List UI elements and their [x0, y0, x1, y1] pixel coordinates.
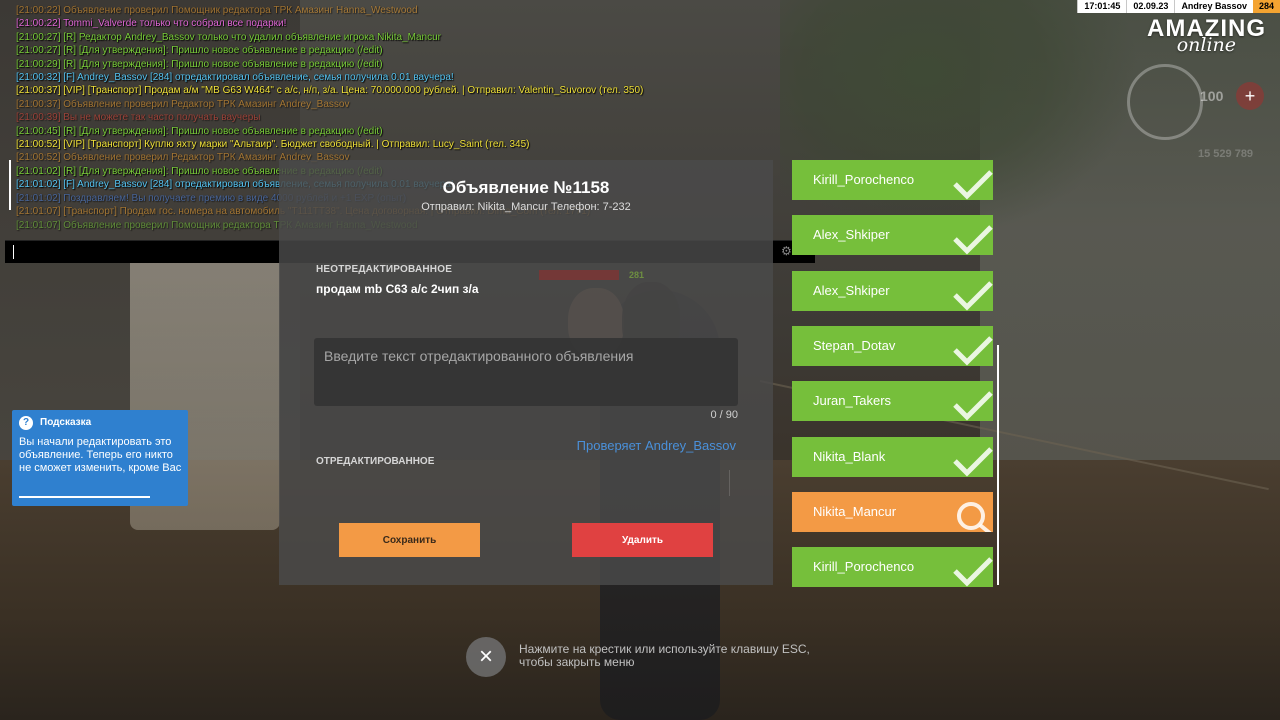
checkmark-icon [953, 336, 993, 366]
editor-name: Alex_Shkiper [813, 227, 890, 243]
chat-line: [21:00:27] [R] [Для утверждения]: Пришло… [16, 45, 383, 57]
checker-info: Проверяет Andrey_Bassov [576, 438, 736, 453]
editor-item[interactable]: Nikita_Mancur [792, 491, 993, 532]
hint-text: Вы начали редактировать это объявление. … [19, 436, 182, 474]
label-edited: ОТРЕДАКТИРОВАННОЕ [316, 456, 435, 467]
checkmark-icon [953, 446, 993, 477]
editor-name: Kirill_Porochenco [813, 559, 915, 575]
hud-player-name: Andrey Bassov [1174, 0, 1253, 13]
checkmark-icon [953, 280, 993, 311]
chat-line: [21:00:52] [VIP] [Транспорт] Куплю яхту … [16, 139, 530, 151]
editor-item[interactable]: Stepan_Dotav [792, 325, 993, 366]
editors-list: Kirill_Porochenco Alex_Shkiper Alex_Shkipe… [792, 160, 994, 588]
editor-name: Nikita_Blank [813, 448, 886, 464]
ad-edit-modal: Объявление №1158 Отправил: Nikita_Mancur… [279, 160, 773, 585]
hud-time: 17:01:45 [1077, 0, 1127, 13]
hint-timer-bar [19, 496, 150, 498]
editor-item[interactable]: Kirill_Porochenco [792, 160, 993, 200]
hud-top-bar: 17:01:45 02.09.23 Andrey Bassov 284 [1077, 0, 1280, 13]
editor-item[interactable]: Nikita_Blank [792, 436, 993, 477]
original-ad-text: продам mb C63 а/с 2чип з/а [316, 282, 479, 296]
hud-date: 02.09.23 [1126, 0, 1175, 13]
edited-ad-input[interactable] [314, 338, 738, 406]
editor-item[interactable]: Alex_Shkiper [792, 270, 993, 311]
close-icon[interactable]: × [466, 637, 506, 677]
hud-health: 100 [1200, 88, 1224, 104]
editors-scrollbar[interactable] [997, 345, 999, 585]
hint-box: ? Подсказка Вы начали редактировать это … [12, 410, 188, 506]
modal-sender: Отправил: Nikita_Mancur Телефон: 7-232 [421, 201, 631, 213]
scene-npc-healthvalue: 281 [629, 270, 645, 280]
close-hint: Нажмите на крестик или используйте клави… [519, 642, 810, 669]
scene-npc-healthbar [539, 270, 619, 280]
editor-item[interactable]: Alex_Shkiper [792, 215, 993, 256]
delete-button[interactable]: Удалить [572, 523, 713, 557]
chat-line: [21:00:37] [VIP] [Транспорт] Продам а/м … [16, 85, 644, 97]
chat-line: [21:00:29] [R] [Для утверждения]: Пришло… [16, 58, 383, 70]
chat-line: [21:00:37] Объявление проверил Редактор … [16, 98, 350, 110]
chat-line: [21:00:22] Объявление проверил Помощник … [16, 5, 418, 16]
editor-name: Nikita_Mancur [813, 503, 897, 519]
chat-line: [21:00:45] [R] [Для утверждения]: Пришло… [16, 125, 383, 137]
chat-line: [21:00:27] [R] Редактор Andrey_Bassov то… [16, 31, 442, 43]
editor-name: Stepan_Dotav [813, 337, 896, 353]
label-original: НЕОТРЕДАКТИРОВАННОЕ [316, 264, 453, 275]
search-icon [957, 501, 992, 532]
chat-line: [21:00:22] Tommi_Valverde только что соб… [16, 18, 287, 30]
chat-scroll-indicator [9, 160, 11, 210]
checkmark-icon [953, 170, 993, 200]
chat-caret [13, 245, 14, 259]
editor-name: Kirill_Porochenco [813, 172, 915, 187]
editor-name: Juran_Takers [813, 393, 892, 409]
hint-title: Подсказка [40, 417, 92, 428]
checkmark-icon [953, 557, 993, 587]
question-icon: ? [19, 416, 33, 430]
health-plus-icon: + [1236, 82, 1264, 110]
editor-item[interactable]: Kirill_Porochenco [792, 547, 993, 588]
hud-money: 15 529 789 [1198, 148, 1254, 160]
amazing-online-logo: AMAZING online [1111, 16, 1266, 60]
modal-title: Объявление №1158 [442, 178, 610, 197]
checkmark-icon [953, 225, 993, 255]
hud-player-id: 284 [1252, 0, 1280, 13]
hud-weapon-ring [1127, 64, 1203, 140]
save-button[interactable]: Сохранить [339, 523, 480, 557]
editor-name: Alex_Shkiper [813, 282, 890, 298]
chat-line: [21:00:39] Вы не можете так часто получа… [16, 112, 261, 124]
divider [729, 470, 730, 496]
chat-line: [21:00:32] [F] Andrey_Bassov [284] отред… [16, 72, 454, 84]
char-counter: 0 / 90 [710, 409, 738, 421]
editor-item[interactable]: Juran_Takers [792, 381, 993, 422]
checkmark-icon [953, 391, 993, 421]
